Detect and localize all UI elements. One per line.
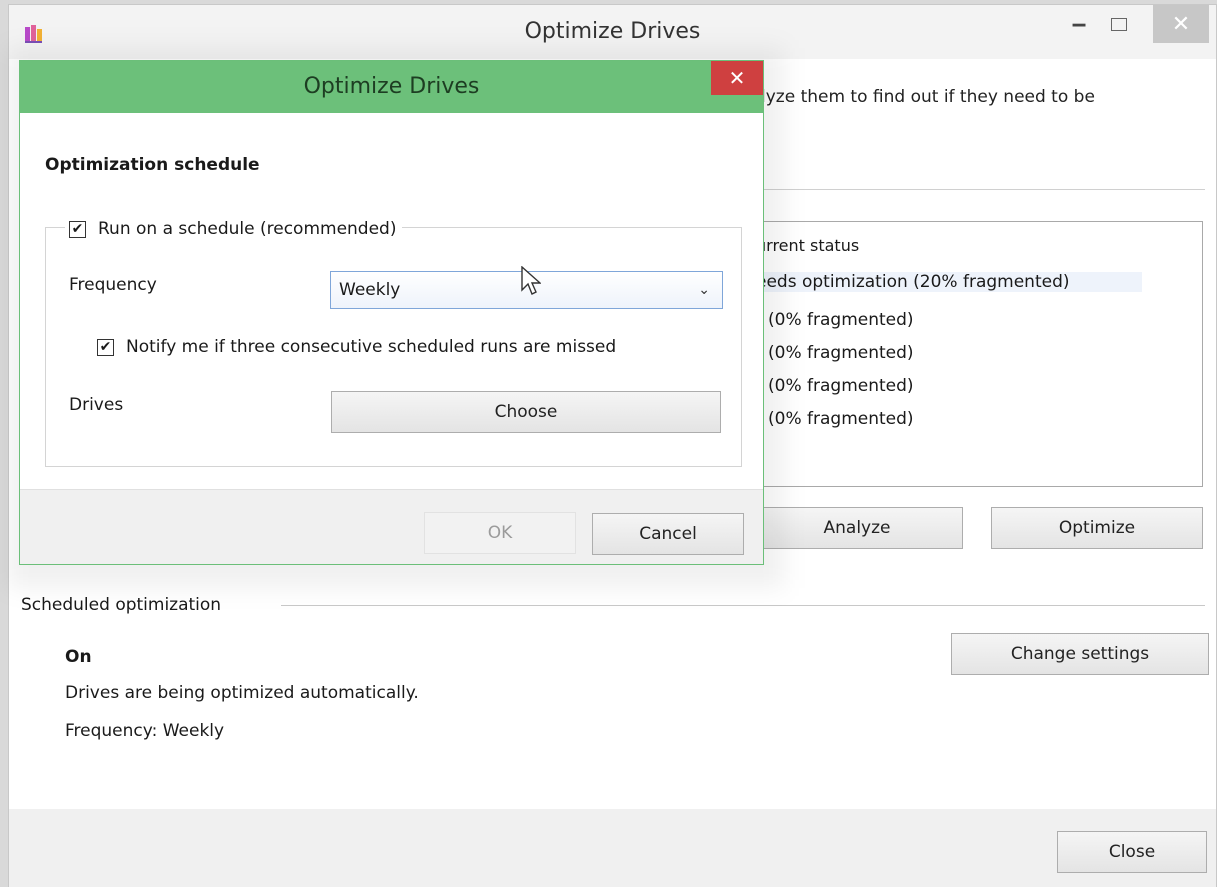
main-window-title: Optimize Drives bbox=[524, 19, 701, 44]
dialog-close-icon[interactable]: ✕ bbox=[711, 61, 763, 95]
chevron-down-icon: ⌄ bbox=[698, 282, 710, 298]
mouse-cursor-icon bbox=[521, 266, 541, 295]
cancel-button[interactable]: Cancel bbox=[592, 513, 744, 555]
run-on-schedule-label: Run on a schedule (recommended) bbox=[98, 219, 397, 239]
optimization-schedule-heading: Optimization schedule bbox=[45, 155, 260, 175]
dialog-title: Optimize Drives bbox=[303, 74, 480, 99]
drive-status-panel[interactable]: urrent status eeds optimization (20% fra… bbox=[741, 221, 1203, 487]
maximize-button[interactable] bbox=[1099, 5, 1139, 43]
divider bbox=[761, 189, 1205, 190]
maximize-icon bbox=[1111, 17, 1127, 31]
schedule-dialog: Optimize Drives ✕ Optimization schedule … bbox=[19, 60, 764, 565]
schedule-description: Drives are being optimized automatically… bbox=[65, 683, 419, 703]
notify-missed-runs-checkbox[interactable]: ✔ Notify me if three consecutive schedul… bbox=[97, 337, 616, 357]
scheduled-optimization-label: Scheduled optimization bbox=[21, 595, 222, 615]
drives-label: Drives bbox=[69, 395, 124, 415]
divider bbox=[281, 605, 1205, 606]
schedule-frequency: Frequency: Weekly bbox=[65, 721, 225, 741]
main-footer bbox=[9, 809, 1216, 887]
run-on-schedule-checkbox[interactable]: ✔ Run on a schedule (recommended) bbox=[65, 219, 403, 239]
notify-missed-runs-label: Notify me if three consecutive scheduled… bbox=[126, 337, 617, 357]
change-settings-button[interactable]: Change settings bbox=[951, 633, 1209, 675]
checkmark-icon[interactable]: ✔ bbox=[69, 220, 86, 238]
status-row[interactable]: eeds optimization (20% fragmented) bbox=[742, 272, 1142, 292]
intro-text: lyze them to find out if they need to be bbox=[761, 87, 1095, 107]
checkmark-icon[interactable]: ✔ bbox=[97, 338, 114, 356]
close-button[interactable]: Close bbox=[1057, 831, 1207, 873]
schedule-state: On bbox=[65, 647, 92, 667]
dialog-titlebar[interactable]: Optimize Drives ✕ bbox=[20, 61, 763, 113]
optimize-button[interactable]: Optimize bbox=[991, 507, 1203, 549]
main-close-icon-button[interactable]: ✕ bbox=[1153, 5, 1209, 43]
minimize-button[interactable]: ‒ bbox=[1061, 5, 1097, 43]
choose-drives-button[interactable]: Choose bbox=[331, 391, 721, 433]
frequency-label: Frequency bbox=[69, 275, 157, 295]
frequency-selected-value: Weekly bbox=[339, 280, 401, 300]
ok-button[interactable]: OK bbox=[424, 512, 576, 554]
